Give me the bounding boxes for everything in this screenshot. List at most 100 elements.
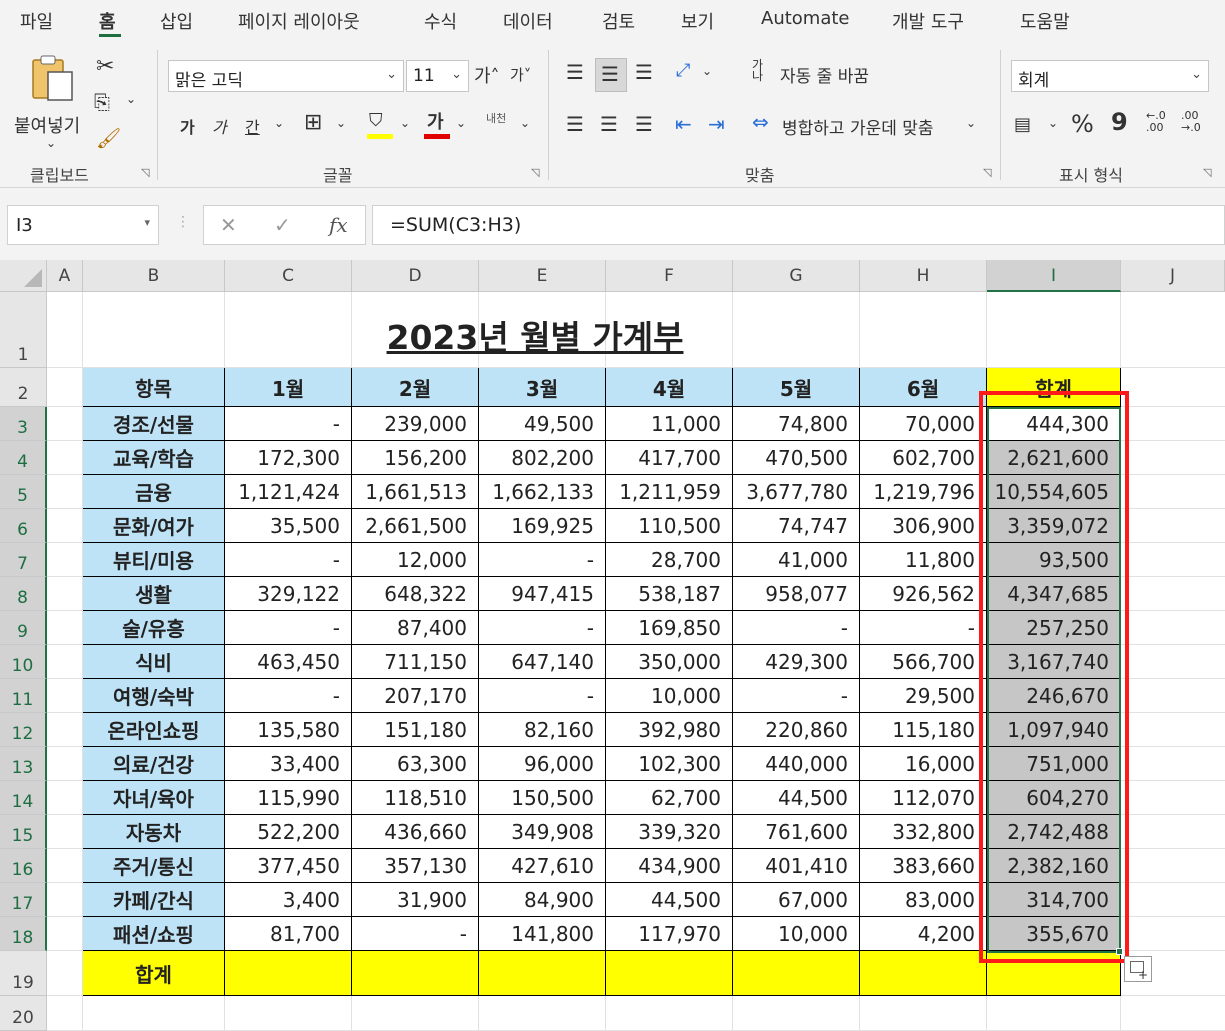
total-value-cell[interactable]	[987, 951, 1121, 996]
header-month-5[interactable]: 5월	[733, 368, 860, 407]
table-cell[interactable]: 31,900	[352, 883, 479, 917]
table-cell[interactable]: 35,500	[225, 509, 352, 543]
column-header-e[interactable]: E	[479, 260, 606, 292]
copy-icon[interactable]: ⎘	[94, 90, 110, 114]
table-cell[interactable]: 427,610	[479, 849, 606, 883]
increase-decimal-icon[interactable]: ←.0.00	[1146, 110, 1166, 134]
table-cell[interactable]: 87,400	[352, 611, 479, 645]
tab-formulas[interactable]: 수식	[424, 8, 457, 34]
grip-icon[interactable]: ⋮	[176, 214, 190, 230]
table-cell[interactable]: 463,450	[225, 645, 352, 679]
row-header-4[interactable]: 4	[0, 441, 47, 475]
table-cell[interactable]: 349,908	[479, 815, 606, 849]
dialog-launcher-icon[interactable]: ◹	[1203, 166, 1211, 179]
table-cell[interactable]: 239,000	[352, 407, 479, 441]
table-cell[interactable]: 3,400	[225, 883, 352, 917]
table-cell[interactable]: 135,580	[225, 713, 352, 747]
table-cell[interactable]: 329,122	[225, 577, 352, 611]
total-cell[interactable]: 2,382,160	[987, 849, 1121, 883]
cut-icon[interactable]: ✂	[96, 54, 114, 79]
quick-analysis-icon[interactable]	[1124, 956, 1152, 982]
worksheet-grid[interactable]: ABCDEFGHIJ 1 2 3 4 5 6 7 8 9 10 11 12 13 14 15 16 17 18 19…	[0, 260, 1225, 1031]
category-cell[interactable]: 자동차	[83, 815, 225, 849]
table-cell[interactable]: 538,187	[606, 577, 733, 611]
table-cell[interactable]: 440,000	[733, 747, 860, 781]
table-cell[interactable]: -	[352, 917, 479, 951]
table-cell[interactable]: 958,077	[733, 577, 860, 611]
table-cell[interactable]: 1,661,513	[352, 475, 479, 509]
total-cell[interactable]: 4,347,685	[987, 577, 1121, 611]
table-cell[interactable]: 118,510	[352, 781, 479, 815]
total-value-cell[interactable]	[860, 951, 987, 996]
paste-button[interactable]: 붙여넣기 ⌄	[10, 52, 88, 152]
tab-view[interactable]: 보기	[681, 8, 714, 34]
table-cell[interactable]: 44,500	[733, 781, 860, 815]
cancel-icon[interactable]: ✕	[220, 213, 237, 237]
category-cell[interactable]: 의료/건강	[83, 747, 225, 781]
column-header-c[interactable]: C	[225, 260, 352, 292]
table-cell[interactable]: 81,700	[225, 917, 352, 951]
table-cell[interactable]: 383,660	[860, 849, 987, 883]
header-item[interactable]: 항목	[83, 368, 225, 407]
column-header-i[interactable]: I	[987, 260, 1121, 292]
table-cell[interactable]: 102,300	[606, 747, 733, 781]
table-cell[interactable]: 49,500	[479, 407, 606, 441]
decrease-indent-icon[interactable]: ⇤	[675, 112, 692, 136]
row-header-20[interactable]: 20	[0, 996, 47, 1031]
header-month-2[interactable]: 2월	[352, 368, 479, 407]
row-header-9[interactable]: 9	[0, 611, 47, 645]
table-cell[interactable]: 83,000	[860, 883, 987, 917]
table-cell[interactable]: 926,562	[860, 577, 987, 611]
table-cell[interactable]: 44,500	[606, 883, 733, 917]
italic-button[interactable]: 가	[212, 114, 227, 138]
align-top-icon[interactable]: ☰	[566, 60, 584, 84]
table-cell[interactable]: 566,700	[860, 645, 987, 679]
table-cell[interactable]: 761,600	[733, 815, 860, 849]
table-cell[interactable]: 10,000	[733, 917, 860, 951]
category-cell[interactable]: 생활	[83, 577, 225, 611]
table-cell[interactable]: 522,200	[225, 815, 352, 849]
table-cell[interactable]: 220,860	[733, 713, 860, 747]
table-cell[interactable]: 156,200	[352, 441, 479, 475]
category-cell[interactable]: 경조/선물	[83, 407, 225, 441]
category-cell[interactable]: 식비	[83, 645, 225, 679]
row-header-5[interactable]: 5	[0, 475, 47, 509]
tab-page-layout[interactable]: 페이지 레이아웃	[238, 8, 360, 34]
table-cell[interactable]: 41,000	[733, 543, 860, 577]
table-cell[interactable]: -	[479, 679, 606, 713]
table-cell[interactable]: 339,320	[606, 815, 733, 849]
accounting-format-icon[interactable]: ▤	[1014, 114, 1031, 135]
row-header-13[interactable]: 13	[0, 747, 47, 781]
table-cell[interactable]: 112,070	[860, 781, 987, 815]
row-header-11[interactable]: 11	[0, 679, 47, 713]
column-header-h[interactable]: H	[860, 260, 987, 292]
table-cell[interactable]: -	[225, 611, 352, 645]
row-header-6[interactable]: 6	[0, 509, 47, 543]
table-cell[interactable]: -	[225, 679, 352, 713]
total-value-cell[interactable]	[352, 951, 479, 996]
chevron-down-icon[interactable]: ⌄	[400, 116, 410, 130]
total-cell[interactable]: 1,097,940	[987, 713, 1121, 747]
font-size-select[interactable]: 11 ⌄	[406, 60, 469, 92]
name-box[interactable]: I3 ▾	[7, 205, 159, 245]
category-cell[interactable]: 주거/통신	[83, 849, 225, 883]
chevron-down-icon[interactable]: ⌄	[274, 116, 284, 130]
insert-function-icon[interactable]: fx	[329, 213, 348, 237]
table-cell[interactable]: 12,000	[352, 543, 479, 577]
total-cell[interactable]: 444,300	[987, 407, 1121, 441]
total-cell[interactable]: 10,554,605	[987, 475, 1121, 509]
table-cell[interactable]: 401,410	[733, 849, 860, 883]
table-cell[interactable]: 11,800	[860, 543, 987, 577]
row-header-3[interactable]: 3	[0, 407, 47, 441]
table-cell[interactable]: 29,500	[860, 679, 987, 713]
total-label-cell[interactable]: 합계	[83, 951, 225, 996]
table-cell[interactable]: 306,900	[860, 509, 987, 543]
merge-center-button[interactable]: ⇔ 병합하고 가운데 맞춤 ⌄	[752, 110, 982, 140]
table-cell[interactable]: 436,660	[352, 815, 479, 849]
category-cell[interactable]: 술/유흥	[83, 611, 225, 645]
tab-developer[interactable]: 개발 도구	[892, 8, 964, 34]
tab-automate[interactable]: Automate	[761, 8, 850, 29]
header-month-4[interactable]: 4월	[606, 368, 733, 407]
table-cell[interactable]: 1,211,959	[606, 475, 733, 509]
total-cell[interactable]: 3,167,740	[987, 645, 1121, 679]
